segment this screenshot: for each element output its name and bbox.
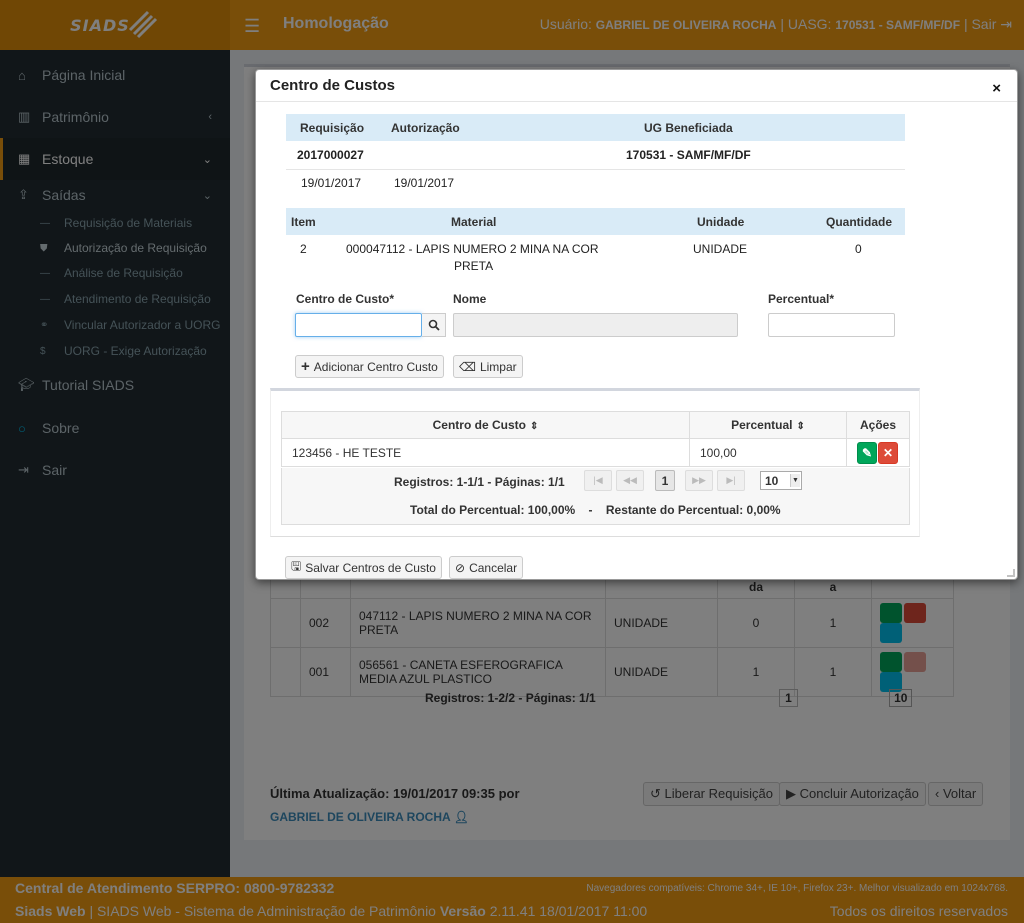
header-requisicao: Requisição <box>300 121 365 135</box>
column-header-label: Percentual <box>731 418 793 432</box>
name-label: Nome <box>453 292 487 306</box>
delete-button[interactable]: ✕ <box>878 441 898 464</box>
button-label: Salvar Centros de Custo <box>305 560 436 575</box>
close-icon[interactable]: × <box>992 80 1001 97</box>
button-label: Cancelar <box>469 560 518 575</box>
first-page-button[interactable]: |◀ <box>584 470 612 491</box>
pager-info: Registros: 1-1/1 - Páginas: 1/1 <box>394 475 565 489</box>
item-header: Item Material Unidade Quantidade <box>286 208 905 235</box>
requisicao-value: 2017000027 <box>297 148 364 162</box>
close-icon: ✕ <box>882 445 894 460</box>
edit-button[interactable]: ✎ <box>857 441 877 464</box>
chevron-down-icon: ▼ <box>790 474 800 487</box>
autorizacao-date: 19/01/2017 <box>394 176 455 190</box>
ban-icon: ⊘ <box>455 560 466 575</box>
remaining-percent: Restante do Percentual: 0,00% <box>605 503 781 517</box>
percent-totals: Total do Percentual: 100,00% - Restante … <box>410 503 781 517</box>
unidade-value: UNIDADE <box>693 242 748 256</box>
search-button[interactable] <box>422 313 446 337</box>
modal-title: Centro de Custos <box>270 77 396 94</box>
percent-input[interactable] <box>768 313 895 337</box>
table-pager: Registros: 1-1/1 - Páginas: 1/1 |◀ ◀◀ 1 … <box>281 468 910 525</box>
button-label: Adicionar Centro Custo <box>313 359 438 374</box>
header-unidade: Unidade <box>697 215 745 229</box>
column-header-label: Centro de Custo <box>432 418 526 432</box>
add-cost-center-button[interactable]: + Adicionar Centro Custo <box>295 355 444 378</box>
column-header-cost-center[interactable]: Centro de Custo ⇕ <box>281 411 690 439</box>
cost-center-modal: Centro de Custos × Requisição Autorizaçã… <box>255 69 1018 580</box>
prev-page-icon: ◀◀ <box>623 475 637 485</box>
percent-label: Percentual* <box>768 292 835 306</box>
button-label: Limpar <box>479 359 517 374</box>
material-value: 000047112 - LAPIS NUMERO 2 MINA NA COR <box>346 242 599 256</box>
last-page-button[interactable]: ▶| <box>717 470 745 491</box>
item-row: 2 000047112 - LAPIS NUMERO 2 MINA NA COR… <box>286 235 905 275</box>
modal-divider <box>256 101 1017 102</box>
cost-center-label: Centro de Custo* <box>296 292 395 306</box>
total-percent: Total do Percentual: 100,00% <box>410 503 576 517</box>
per-page-select[interactable]: 10 ▼ <box>760 471 802 490</box>
requisition-header: Requisição Autorização UG Beneficiada <box>286 114 905 141</box>
pencil-icon: ✎ <box>861 445 873 460</box>
search-icon <box>428 319 440 331</box>
requisicao-date: 19/01/2017 <box>301 176 362 190</box>
material-value-cont: PRETA <box>454 259 494 273</box>
cost-center-input[interactable] <box>295 313 422 337</box>
header-autorizacao: Autorização <box>391 121 460 135</box>
last-page-icon: ▶| <box>726 475 736 485</box>
per-page-value: 10 <box>765 473 779 488</box>
next-page-button[interactable]: ▶▶ <box>685 470 713 491</box>
sort-icon: ⇕ <box>796 421 805 432</box>
plus-icon: + <box>301 358 310 375</box>
percent-cell: 100,00 <box>689 438 847 467</box>
header-ug: UG Beneficiada <box>644 121 733 135</box>
column-header-actions: Ações <box>846 411 910 439</box>
requisition-dates-row: 19/01/2017 19/01/2017 <box>286 169 905 197</box>
ug-value: 170531 - SAMF/MF/DF <box>626 148 751 162</box>
save-icon: 🖫︎ <box>291 559 302 573</box>
header-material: Material <box>451 215 497 229</box>
sort-icon: ⇕ <box>529 421 539 432</box>
current-page-button[interactable]: 1 <box>655 470 675 491</box>
header-item: Item <box>291 215 316 229</box>
name-field <box>453 313 738 337</box>
column-header-percent[interactable]: Percentual ⇕ <box>689 411 847 439</box>
totals-separator: - <box>588 503 593 517</box>
cost-center-table: Centro de Custo ⇕ Percentual ⇕ Ações 12345… <box>281 411 910 467</box>
first-page-icon: |◀ <box>593 475 603 485</box>
requisition-row: 2017000027 170531 - SAMF/MF/DF <box>286 141 905 170</box>
eraser-icon: ⌫ <box>459 359 476 374</box>
item-value: 2 <box>300 242 307 256</box>
cancel-button[interactable]: ⊘ Cancelar <box>449 556 524 579</box>
clear-button[interactable]: ⌫ Limpar <box>453 355 523 378</box>
resize-handle-icon[interactable] <box>1007 569 1015 577</box>
quantidade-value: 0 <box>855 242 862 256</box>
save-cost-centers-button[interactable]: 🖫︎ Salvar Centros de Custo <box>285 556 442 579</box>
prev-page-button[interactable]: ◀◀ <box>616 470 644 491</box>
header-quantidade: Quantidade <box>826 215 893 229</box>
table-row: 123456 - HE TESTE 100,00 ✎ ✕ <box>281 438 910 467</box>
cost-center-cell: 123456 - HE TESTE <box>281 438 690 467</box>
next-page-icon: ▶▶ <box>692 475 706 485</box>
